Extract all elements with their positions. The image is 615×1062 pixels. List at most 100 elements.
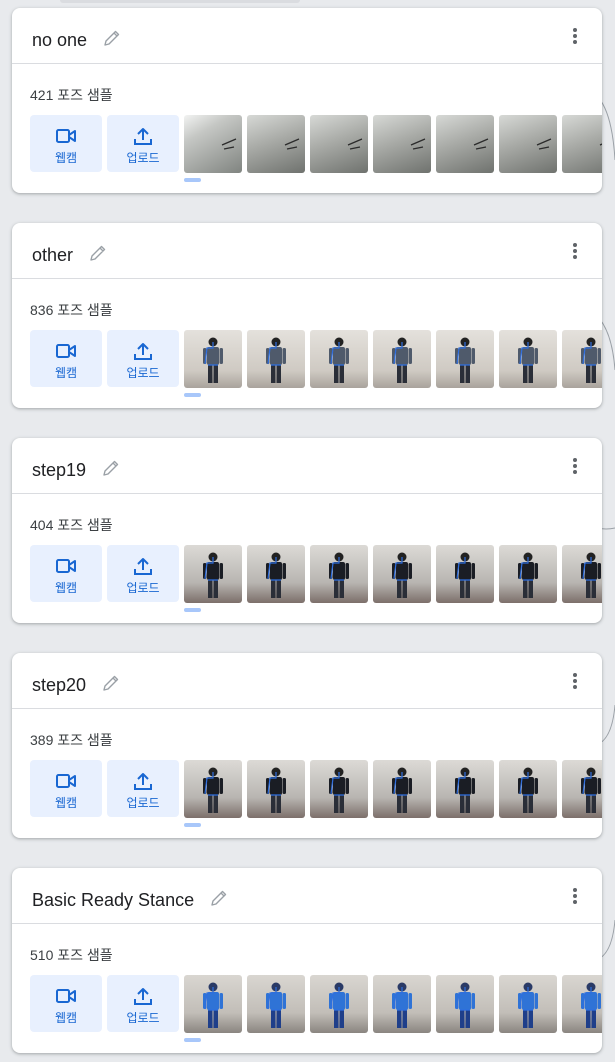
pose-sample-thumbnail[interactable] [562,115,602,173]
upload-label: 업로드 [126,366,160,380]
class-card: Basic Ready Stance 510 포즈 샘플 웹캠 업로드 [12,868,602,1053]
thumbnail-scrollbar[interactable] [184,823,201,827]
pose-sample-thumbnail[interactable] [310,330,368,388]
pencil-icon[interactable] [101,673,121,693]
sample-thumbnails[interactable] [184,975,602,1033]
webcam-label: 웹캠 [54,151,78,165]
videocam-icon [56,129,76,143]
sample-count: 404 포즈 샘플 [30,517,113,533]
class-name[interactable]: other [32,243,108,266]
pose-sample-thumbnail[interactable] [436,760,494,818]
class-name-label[interactable]: no one [32,30,87,50]
pose-sample-thumbnail[interactable] [436,330,494,388]
card-header: no one [12,8,602,64]
webcam-button[interactable]: 웹캠 [30,760,102,817]
webcam-button[interactable]: 웹캠 [30,115,102,172]
card-header: step20 [12,653,602,709]
class-name[interactable]: Basic Ready Stance [32,888,229,911]
pose-sample-thumbnail[interactable] [310,760,368,818]
more-vert-icon[interactable] [572,888,578,906]
upload-icon [134,988,152,1005]
pose-sample-thumbnail[interactable] [310,545,368,603]
pose-sample-thumbnail[interactable] [373,975,431,1033]
sample-count: 836 포즈 샘플 [30,302,113,318]
upload-label: 업로드 [126,796,160,810]
pose-sample-thumbnail[interactable] [436,545,494,603]
class-card: step19 404 포즈 샘플 웹캠 업로드 [12,438,602,623]
sample-thumbnails[interactable] [184,115,602,173]
pose-sample-thumbnail[interactable] [562,975,602,1033]
upload-button[interactable]: 업로드 [107,115,179,172]
upload-icon [134,343,152,360]
pose-sample-thumbnail[interactable] [562,760,602,818]
upload-label: 업로드 [126,581,160,595]
webcam-label: 웹캠 [54,581,78,595]
pose-sample-thumbnail[interactable] [247,760,305,818]
webcam-button[interactable]: 웹캠 [30,975,102,1032]
class-name[interactable]: no one [32,28,122,51]
class-name[interactable]: step19 [32,458,121,481]
more-vert-icon[interactable] [572,673,578,691]
videocam-icon [56,989,76,1003]
thumbnail-scrollbar[interactable] [184,608,201,612]
thumbnail-scrollbar[interactable] [184,1038,201,1042]
pose-sample-thumbnail[interactable] [436,975,494,1033]
pose-sample-thumbnail[interactable] [247,115,305,173]
pencil-icon[interactable] [88,243,108,263]
pencil-icon[interactable] [101,458,121,478]
pose-sample-thumbnail[interactable] [373,115,431,173]
pose-sample-thumbnail[interactable] [499,115,557,173]
pose-sample-thumbnail[interactable] [373,545,431,603]
class-name-label[interactable]: other [32,245,73,265]
upload-button[interactable]: 업로드 [107,975,179,1032]
pose-sample-thumbnail[interactable] [499,975,557,1033]
pose-sample-thumbnail[interactable] [184,545,242,603]
thumbnail-scrollbar[interactable] [184,393,201,397]
card-header: other [12,223,602,279]
pose-sample-thumbnail[interactable] [184,760,242,818]
upload-icon [134,128,152,145]
class-name-label[interactable]: Basic Ready Stance [32,890,194,910]
more-vert-icon[interactable] [572,243,578,261]
pose-sample-thumbnail[interactable] [310,115,368,173]
pose-sample-thumbnail[interactable] [247,975,305,1033]
upload-label: 업로드 [126,151,160,165]
sample-count: 389 포즈 샘플 [30,732,113,748]
sample-thumbnails[interactable] [184,545,602,603]
videocam-icon [56,559,76,573]
class-name-label[interactable]: step20 [32,675,86,695]
webcam-button[interactable]: 웹캠 [30,330,102,387]
pose-sample-thumbnail[interactable] [562,330,602,388]
pose-sample-thumbnail[interactable] [436,115,494,173]
upload-button[interactable]: 업로드 [107,330,179,387]
more-vert-icon[interactable] [572,28,578,46]
pose-sample-thumbnail[interactable] [562,545,602,603]
upload-button[interactable]: 업로드 [107,545,179,602]
pencil-icon[interactable] [102,28,122,48]
pose-sample-thumbnail[interactable] [499,545,557,603]
sample-thumbnails[interactable] [184,330,602,388]
card-header: Basic Ready Stance [12,868,602,924]
pose-sample-thumbnail[interactable] [184,330,242,388]
pose-sample-thumbnail[interactable] [499,330,557,388]
sample-thumbnails[interactable] [184,760,602,818]
pose-sample-thumbnail[interactable] [184,975,242,1033]
webcam-label: 웹캠 [54,1011,78,1025]
pose-sample-thumbnail[interactable] [373,760,431,818]
pose-sample-thumbnail[interactable] [247,330,305,388]
pencil-icon[interactable] [209,888,229,908]
more-vert-icon[interactable] [572,458,578,476]
thumbnail-scrollbar[interactable] [184,178,201,182]
class-name-label[interactable]: step19 [32,460,86,480]
card-header: step19 [12,438,602,494]
class-card: step20 389 포즈 샘플 웹캠 업로드 [12,653,602,838]
pose-sample-thumbnail[interactable] [247,545,305,603]
webcam-button[interactable]: 웹캠 [30,545,102,602]
pose-sample-thumbnail[interactable] [310,975,368,1033]
pose-sample-thumbnail[interactable] [499,760,557,818]
pose-sample-thumbnail[interactable] [373,330,431,388]
upload-button[interactable]: 업로드 [107,760,179,817]
class-name[interactable]: step20 [32,673,121,696]
sample-count: 421 포즈 샘플 [30,87,113,103]
pose-sample-thumbnail[interactable] [184,115,242,173]
